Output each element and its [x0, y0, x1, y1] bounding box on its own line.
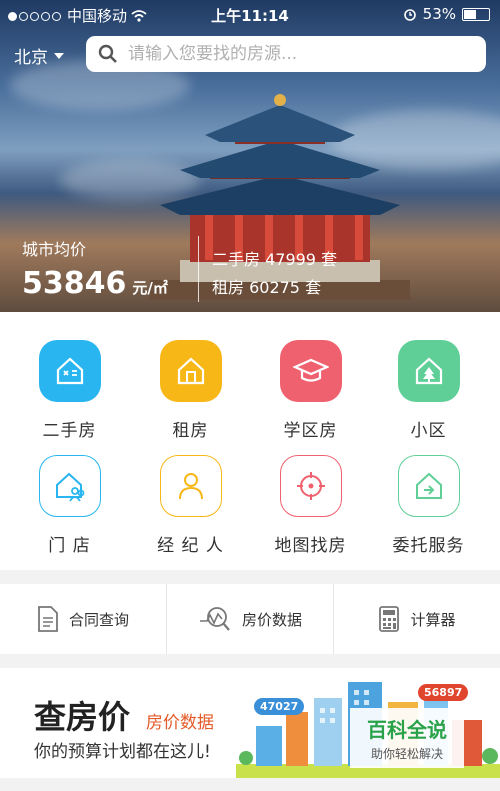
- grid-item-map-search[interactable]: 地图找房: [248, 455, 373, 556]
- caret-down-icon: [54, 52, 64, 59]
- grid-item-entrust-service[interactable]: 委托服务: [366, 455, 491, 556]
- price-check-banner[interactable]: 查房价 房价数据 你的预算计划都在这儿! 47027 56897 百科全说 助你…: [0, 668, 500, 778]
- grid-item-label: 租房: [172, 421, 209, 441]
- tool-label: 房价数据: [241, 610, 302, 629]
- calculator-button[interactable]: 计算器: [334, 584, 500, 654]
- grid-item-second-hand[interactable]: 二手房: [7, 340, 132, 441]
- alarm-icon: [403, 9, 416, 21]
- grid-item-label: 二手房: [42, 421, 97, 441]
- grid-item-store[interactable]: 门 店: [7, 455, 132, 556]
- hero-banner: 中国移动 上午11:14 53% 北京 城市均价 53846 元/㎡ 二手房 47…: [0, 0, 500, 312]
- house-door-icon: [159, 340, 222, 402]
- grid-item-label: 委托服务: [392, 536, 465, 556]
- grid-item-agent[interactable]: 经 纪 人: [128, 455, 253, 556]
- tool-label: 合同查询: [68, 610, 129, 629]
- price-bubble-right: 56897: [418, 684, 469, 701]
- avg-price-value: 53846: [22, 266, 127, 301]
- graduation-cap-icon: [279, 340, 342, 402]
- grid-item-label: 门 店: [48, 536, 91, 556]
- price-bubble-left: 47027: [254, 698, 305, 715]
- store-people-icon: [38, 455, 101, 517]
- avg-price-block: 城市均价 53846 元/㎡: [22, 236, 168, 301]
- grid-item-community[interactable]: 小区: [366, 340, 491, 441]
- search-bar[interactable]: [86, 36, 486, 72]
- banner-title: 查房价: [34, 698, 131, 736]
- category-grid: 二手房 租房 学区房 小区 门 店 经 纪 人 地图找房 委托服务: [0, 312, 500, 570]
- price-data-button[interactable]: 房价数据: [167, 584, 334, 654]
- rental-count: 租房 60275 套: [212, 278, 322, 297]
- calculator-icon: [379, 606, 400, 632]
- stats-divider: [198, 236, 199, 302]
- agent-person-icon: [159, 455, 222, 517]
- battery-icon: [462, 7, 490, 21]
- grid-item-label: 学区房: [283, 421, 338, 441]
- listing-counts: 二手房 47999 套 租房 60275 套: [212, 246, 337, 302]
- grid-item-school-district[interactable]: 学区房: [248, 340, 373, 441]
- price-chart-search-icon: [199, 607, 230, 631]
- status-bar: 中国移动 上午11:14 53%: [0, 0, 500, 28]
- grid-item-label: 小区: [410, 421, 447, 441]
- tools-row: 合同查询 房价数据 计算器: [0, 584, 500, 654]
- contract-query-button[interactable]: 合同查询: [0, 584, 167, 654]
- watermark: 百科全说 助你轻松解决: [350, 708, 464, 768]
- tool-label: 计算器: [410, 610, 456, 629]
- banner-subtitle: 房价数据: [146, 713, 214, 733]
- search-input[interactable]: [126, 43, 470, 65]
- grid-item-rental[interactable]: 租房: [128, 340, 253, 441]
- search-icon: [98, 44, 117, 63]
- map-target-icon: [279, 455, 342, 517]
- grid-item-label: 经 纪 人: [157, 536, 224, 556]
- avg-price-label: 城市均价: [22, 240, 87, 259]
- city-label: 北京: [14, 48, 48, 68]
- city-selector[interactable]: 北京: [14, 43, 64, 68]
- banner-tagline: 你的预算计划都在这儿!: [34, 742, 211, 762]
- grid-item-label: 地图找房: [274, 536, 347, 556]
- house-arrow-icon: [397, 455, 460, 517]
- watermark-title: 百科全说: [367, 718, 447, 742]
- watermark-subtitle: 助你轻松解决: [370, 747, 443, 761]
- house-shuffle-icon: [38, 340, 101, 402]
- second-hand-count: 二手房 47999 套: [212, 250, 338, 269]
- document-icon: [38, 606, 58, 632]
- avg-price-unit: 元/㎡: [132, 279, 168, 297]
- battery-percent: 53%: [422, 5, 456, 23]
- house-tree-icon: [397, 340, 460, 402]
